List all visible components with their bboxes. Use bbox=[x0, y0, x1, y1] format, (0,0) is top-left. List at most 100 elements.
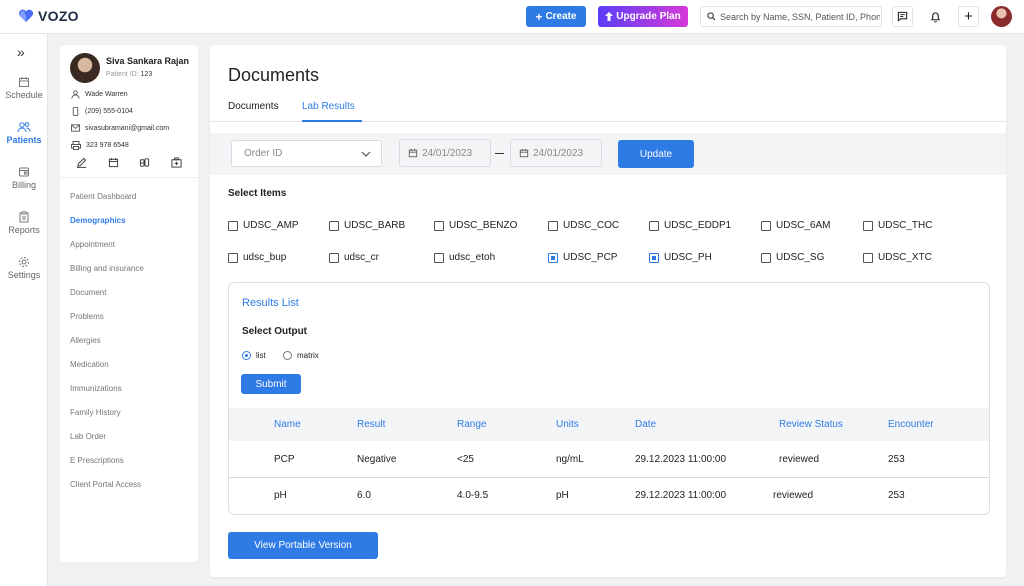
checkbox-box-checked[interactable] bbox=[548, 252, 558, 263]
checkbox-udsc-cr[interactable]: udsc_cr bbox=[329, 252, 379, 263]
add-button[interactable]: + bbox=[958, 6, 979, 27]
view-portable-version-button[interactable]: View Portable Version bbox=[228, 532, 378, 559]
menu-immunizations[interactable]: Immunizations bbox=[70, 384, 122, 393]
upgrade-label: Upgrade Plan bbox=[616, 11, 681, 22]
column-header-encounter[interactable]: Encounter bbox=[888, 419, 934, 430]
menu-document[interactable]: Document bbox=[70, 288, 106, 297]
tab-lab-results[interactable]: Lab Results bbox=[302, 101, 355, 112]
upgrade-plan-button[interactable]: Upgrade Plan bbox=[598, 6, 688, 27]
checkbox-udsc-ph[interactable]: UDSC_PH bbox=[649, 252, 712, 263]
column-header-date[interactable]: Date bbox=[635, 419, 656, 430]
checkbox-label: UDSC_BENZO bbox=[449, 220, 518, 231]
checkbox-label: UDSC_PH bbox=[664, 252, 712, 263]
nav-patients[interactable]: Patients bbox=[0, 121, 48, 145]
person-icon bbox=[71, 90, 80, 99]
checkbox-udsc-barb[interactable]: UDSC_BARB bbox=[329, 220, 405, 231]
menu-problems[interactable]: Problems bbox=[70, 312, 104, 321]
cell-range: 4.0-9.5 bbox=[457, 490, 489, 501]
column-header-range[interactable]: Range bbox=[457, 419, 486, 430]
checkbox-box[interactable] bbox=[329, 220, 339, 231]
checkbox-udsc-6am[interactable]: UDSC_6AM bbox=[761, 220, 830, 231]
medical-kit-icon[interactable] bbox=[171, 157, 182, 168]
notifications-button[interactable] bbox=[925, 6, 946, 27]
heart-logo-icon bbox=[18, 9, 34, 22]
menu-family-history[interactable]: Family History bbox=[70, 408, 121, 417]
radio-matrix[interactable]: matrix bbox=[283, 351, 319, 360]
cell-encounter: 253 bbox=[888, 454, 905, 465]
checkbox-box[interactable] bbox=[761, 220, 771, 231]
date-from-field[interactable]: 24/01/2023 bbox=[399, 139, 491, 167]
checkbox-udsc-thc[interactable]: UDSC_THC bbox=[863, 220, 932, 231]
radio-list[interactable]: list bbox=[242, 351, 266, 360]
checkbox-udsc-bup[interactable]: udsc_bup bbox=[228, 252, 286, 263]
checkbox-udsc-etoh[interactable]: udsc_etoh bbox=[434, 252, 495, 263]
calendar-icon[interactable] bbox=[108, 157, 119, 168]
menu-billing-insurance[interactable]: Billing and insurance bbox=[70, 264, 144, 273]
expand-nav-icon[interactable]: » bbox=[17, 44, 25, 60]
checkbox-box[interactable] bbox=[863, 220, 873, 231]
date-from-value: 24/01/2023 bbox=[422, 147, 473, 159]
nav-reports[interactable]: Reports bbox=[0, 211, 48, 235]
edit-icon[interactable] bbox=[76, 157, 87, 168]
checkbox-udsc-eddp1[interactable]: UDSC_EDDP1 bbox=[649, 220, 731, 231]
nav-billing[interactable]: Billing bbox=[0, 166, 48, 190]
checkbox-box[interactable] bbox=[228, 252, 238, 263]
update-button[interactable]: Update bbox=[618, 140, 694, 168]
menu-client-portal-access[interactable]: Client Portal Access bbox=[70, 480, 141, 489]
checkbox-udsc-coc[interactable]: UDSC_COC bbox=[548, 220, 619, 231]
checkbox-udsc-benzo[interactable]: UDSC_BENZO bbox=[434, 220, 517, 231]
checkbox-label: udsc_etoh bbox=[449, 252, 496, 263]
submit-button[interactable]: Submit bbox=[241, 374, 301, 394]
chat-icon bbox=[897, 11, 908, 22]
patient-id: Patient ID: 123 bbox=[106, 71, 152, 78]
checkbox-box[interactable] bbox=[863, 252, 873, 263]
create-button[interactable]: + Create bbox=[526, 6, 586, 27]
date-to-value: 24/01/2023 bbox=[533, 147, 584, 159]
radio-dot[interactable] bbox=[283, 351, 292, 360]
column-header-units[interactable]: Units bbox=[556, 419, 579, 430]
checkbox-box[interactable] bbox=[548, 220, 558, 231]
checkbox-box[interactable] bbox=[649, 220, 659, 231]
checkbox-label: udsc_cr bbox=[344, 252, 380, 263]
fax-row: 323 978 6548 bbox=[71, 141, 129, 150]
checkbox-udsc-sg[interactable]: UDSC_SG bbox=[761, 252, 824, 263]
table-row[interactable]: pH 6.0 4.0-9.5 pH 29.12.2023 11:00:00 re… bbox=[229, 478, 989, 514]
menu-allergies[interactable]: Allergies bbox=[70, 336, 101, 345]
column-header-name[interactable]: Name bbox=[274, 419, 301, 430]
checkbox-box[interactable] bbox=[434, 252, 444, 263]
vozo-logo[interactable]: VOZO bbox=[18, 8, 79, 24]
cell-units: pH bbox=[556, 490, 569, 501]
column-header-review-status[interactable]: Review Status bbox=[779, 419, 843, 430]
bell-icon bbox=[930, 11, 941, 22]
date-to-field[interactable]: 24/01/2023 bbox=[510, 139, 602, 167]
checkbox-box[interactable] bbox=[329, 252, 339, 263]
radio-dot-selected[interactable] bbox=[242, 351, 251, 360]
menu-patient-dashboard[interactable]: Patient Dashboard bbox=[70, 192, 136, 201]
menu-e-prescriptions[interactable]: E Prescriptions bbox=[70, 456, 124, 465]
checkbox-box[interactable] bbox=[761, 252, 771, 263]
tab-documents[interactable]: Documents bbox=[228, 101, 279, 112]
checkbox-udsc-xtc[interactable]: UDSC_XTC bbox=[863, 252, 932, 263]
nav-settings[interactable]: Settings bbox=[0, 256, 48, 280]
top-bar: VOZO + Create Upgrade Plan + bbox=[0, 0, 1024, 34]
checkbox-box-checked[interactable] bbox=[649, 252, 659, 263]
table-row[interactable]: PCP Negative <25 ng/mL 29.12.2023 11:00:… bbox=[229, 442, 989, 478]
checkbox-udsc-amp[interactable]: UDSC_AMP bbox=[228, 220, 299, 231]
nav-schedule[interactable]: Schedule bbox=[0, 76, 48, 100]
pills-icon[interactable] bbox=[139, 157, 150, 168]
radio-label: list bbox=[256, 351, 266, 360]
column-header-result[interactable]: Result bbox=[357, 419, 385, 430]
checkbox-box[interactable] bbox=[434, 220, 444, 231]
messages-button[interactable] bbox=[892, 6, 913, 27]
checkbox-box[interactable] bbox=[228, 220, 238, 231]
menu-appointment[interactable]: Appointment bbox=[70, 240, 115, 249]
order-id-select[interactable]: Order ID bbox=[231, 140, 382, 167]
user-avatar[interactable] bbox=[991, 6, 1012, 27]
menu-demographics[interactable]: Demographics bbox=[70, 216, 126, 225]
checkbox-udsc-pcp[interactable]: UDSC_PCP bbox=[548, 252, 617, 263]
search-input[interactable] bbox=[720, 11, 880, 22]
menu-medication[interactable]: Medication bbox=[70, 360, 109, 369]
menu-lab-order[interactable]: Lab Order bbox=[70, 432, 106, 441]
mail-icon bbox=[71, 124, 80, 132]
patient-actions bbox=[70, 157, 188, 168]
